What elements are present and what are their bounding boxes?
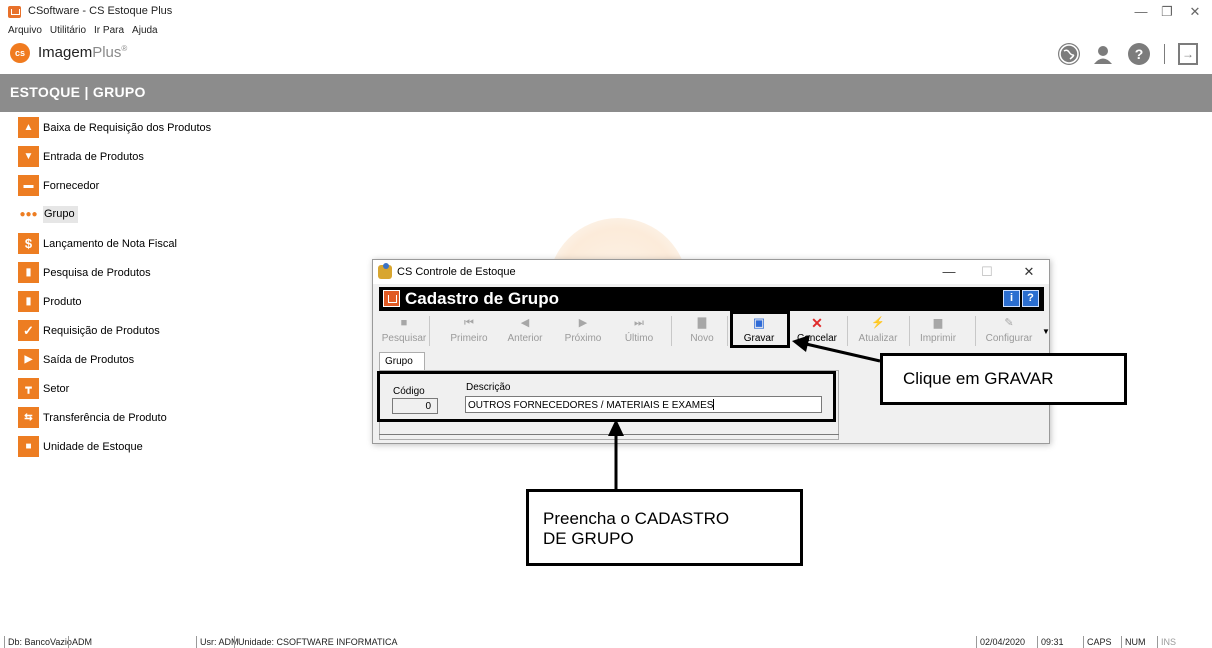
callout-cadastro-line1: Preencha o CADASTRO xyxy=(543,509,730,528)
status-db: Db: BancoVazio xyxy=(4,636,72,648)
callout-cadastro: Preencha o CADASTRO DE GRUPO xyxy=(526,489,803,566)
status-bar: Db: BancoVazio ADM Usr: ADM Unidade: CSO… xyxy=(0,636,1212,648)
status-time: 09:31 xyxy=(1037,636,1064,648)
status-ins: INS xyxy=(1157,636,1176,648)
status-num: NUM xyxy=(1121,636,1146,648)
arrow-head-fields xyxy=(608,419,624,436)
arrow-head-gravar xyxy=(792,335,810,352)
status-unit: Unidade: CSOFTWARE INFORMATICA xyxy=(234,636,398,648)
callout-gravar: Clique em GRAVAR xyxy=(880,353,1127,405)
status-user: Usr: ADM xyxy=(196,636,239,648)
status-user-short: ADM xyxy=(68,636,92,648)
status-date: 02/04/2020 xyxy=(976,636,1025,648)
callout-cadastro-line2: DE GRUPO xyxy=(543,529,634,548)
status-caps: CAPS xyxy=(1083,636,1112,648)
arrow-to-gravar xyxy=(805,342,881,363)
